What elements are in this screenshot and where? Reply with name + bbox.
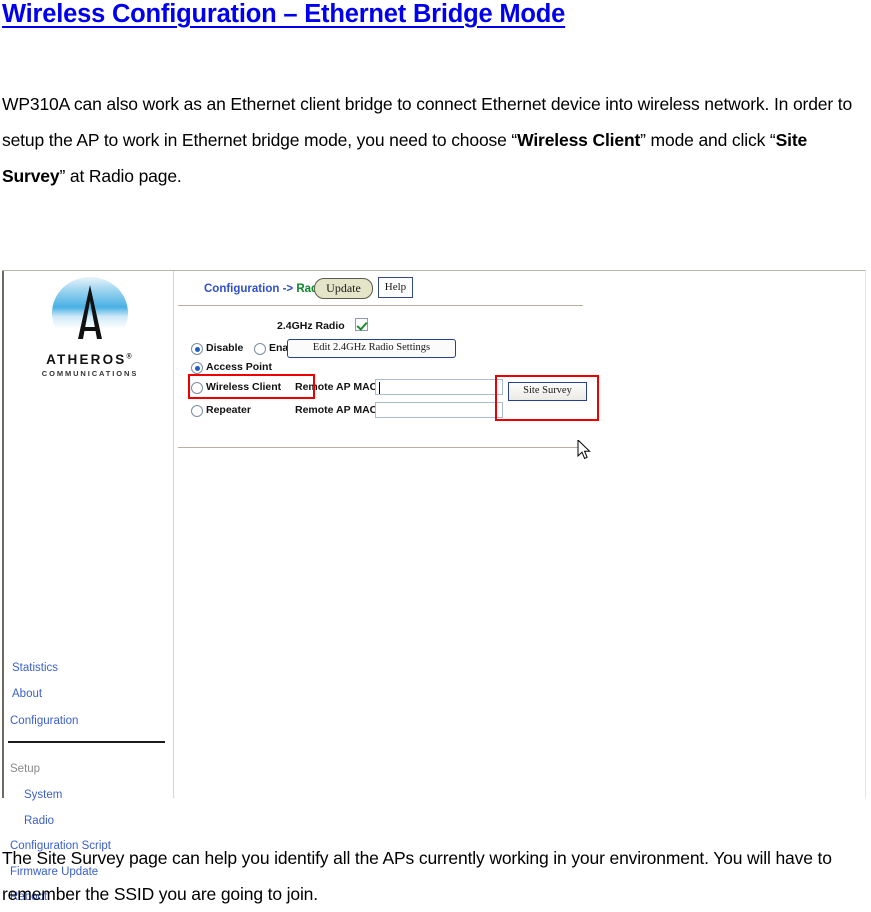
device-ui-sidebar: ATHEROS® COMMUNICATIONS Statistics About… (2, 271, 176, 903)
sidebar-item-system[interactable]: System (24, 789, 62, 801)
sidebar-item-configuration[interactable]: Configuration (10, 715, 78, 727)
logo-wordmark: ATHEROS® (4, 352, 176, 367)
intro-text-part-3: ” at Radio page. (59, 166, 182, 186)
radio-repeater[interactable] (191, 405, 203, 417)
mouse-cursor-icon (577, 440, 591, 460)
embedded-screenshot: ATHEROS® COMMUNICATIONS Statistics About… (2, 270, 866, 903)
radio-repeater-label: Repeater (206, 404, 251, 416)
annotation-highlight-site-survey (495, 375, 599, 421)
logo-wordmark-text: ATHEROS (46, 352, 127, 367)
atheros-logo-icon (52, 277, 128, 349)
breadcrumb: Configuration -> Radio (204, 283, 328, 295)
help-button[interactable]: Help (378, 277, 413, 298)
radio-disable[interactable] (191, 343, 203, 355)
text-caret (379, 382, 380, 394)
remote-ap-mac-label-repeater: Remote AP MAC (295, 404, 378, 416)
sidebar-divider (8, 741, 165, 743)
sidebar-section-setup: Setup (10, 763, 41, 775)
atheros-logo: ATHEROS® COMMUNICATIONS (4, 277, 176, 378)
panel-bottom-divider (178, 447, 578, 448)
logo-registered-mark: ® (126, 353, 134, 361)
remote-ap-mac-input-repeater[interactable] (375, 402, 503, 418)
sidebar-item-about[interactable]: About (12, 688, 42, 700)
device-ui-main-panel: Configuration -> Radio Update Help 2.4GH… (175, 271, 865, 798)
radio-band-label: 2.4GHz Radio (277, 320, 345, 332)
radio-band-checkbox[interactable] (355, 318, 368, 331)
radio-disable-label: Disable (206, 342, 244, 354)
edit-radio-settings-button[interactable]: Edit 2.4GHz Radio Settings (287, 339, 456, 358)
breadcrumb-arrow-icon: -> (282, 283, 294, 295)
page-title: Wireless Configuration – Ethernet Bridge… (2, 0, 566, 28)
remote-ap-mac-input-client[interactable] (375, 379, 503, 395)
closing-paragraph: The Site Survey page can help you identi… (2, 848, 832, 904)
panel-top-divider (178, 305, 583, 306)
logo-tagline: COMMUNICATIONS (41, 369, 139, 378)
sidebar-item-statistics[interactable]: Statistics (12, 662, 58, 674)
intro-bold-wireless-client: Wireless Client (517, 130, 641, 150)
radio-access-point-label: Access Point (206, 361, 272, 373)
sidebar-item-radio[interactable]: Radio (24, 815, 54, 827)
intro-paragraph: WP310A can also work as an Ethernet clie… (2, 86, 868, 194)
radio-access-point[interactable] (191, 362, 203, 374)
annotation-highlight-wireless-client (188, 374, 315, 399)
update-button[interactable]: Update (314, 278, 373, 299)
intro-text-part-2: ” mode and click “ (640, 130, 776, 150)
radio-enable[interactable] (254, 343, 266, 355)
logo-letter-a-icon (78, 285, 102, 339)
breadcrumb-root[interactable]: Configuration (204, 283, 279, 295)
